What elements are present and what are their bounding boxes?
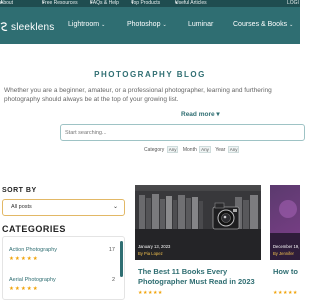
chevron-down-icon: ⌄ xyxy=(101,22,106,28)
category-count: 17 xyxy=(108,247,115,253)
categories-heading: CATEGORIES xyxy=(2,224,66,234)
sort-by-select[interactable]: All posts ⌄ xyxy=(2,199,125,216)
year-filter-select[interactable]: Any xyxy=(227,146,240,153)
main-navbar: sleeklens Lightroom ⌄ Photoshop ⌄ Luminar … xyxy=(0,7,300,44)
star-rating-icon: ★★★★★ xyxy=(9,256,39,262)
nav-item-courses-books[interactable]: Courses & Books ⌄ xyxy=(233,21,293,28)
post-title-link[interactable]: How to Do xyxy=(273,267,300,277)
top-utility-bar: About ▾ Free Resources ▾ FAQs & Help ▾ Top … xyxy=(0,0,300,7)
post-author: By Jennifer xyxy=(273,251,294,256)
star-rating-icon: ★★★★★ xyxy=(9,286,39,292)
search-input[interactable] xyxy=(60,124,305,141)
month-filter-select[interactable]: Any xyxy=(199,146,211,153)
categories-scrollbar[interactable] xyxy=(120,241,123,277)
post-date: January 13, 2023 xyxy=(138,244,171,249)
topbar-item-label: Free Resources xyxy=(42,0,78,6)
sort-by-value: All posts xyxy=(11,204,32,210)
blog-post-card[interactable]: January 13, 2023 By Pia Lopez The Best 1… xyxy=(135,185,261,300)
category-filter-select[interactable]: Any xyxy=(166,146,179,153)
nav-item-lightroom[interactable]: Lightroom ⌄ xyxy=(68,21,105,28)
intro-line: photography should always be at the top … xyxy=(4,96,179,103)
sort-by-heading: SORT BY xyxy=(2,187,37,194)
chevron-down-icon: ▾ xyxy=(90,0,93,6)
post-author: By Pia Lopez xyxy=(138,251,163,256)
category-item[interactable]: Action Photography 17 ★★★★★ xyxy=(3,239,121,269)
star-rating-icon: ★★★★★ xyxy=(138,290,163,296)
nav-item-label: Luminar xyxy=(188,21,214,28)
topbar-item-label: Useful Articles xyxy=(175,0,207,6)
site-logo[interactable]: sleeklens xyxy=(0,20,55,34)
read-more-label: Read more xyxy=(181,111,215,118)
nav-item-label: Courses & Books xyxy=(233,21,288,28)
category-count: 2 xyxy=(111,277,115,283)
category-item[interactable]: Aerial Photography 2 ★★★★★ xyxy=(3,269,121,299)
post-date: December 19, xyxy=(273,244,300,249)
chevron-down-icon: ▾ xyxy=(0,0,3,6)
post-title-link[interactable]: The Best 11 Books Every Photographer Mus… xyxy=(138,267,260,287)
category-name: Aerial Photography xyxy=(9,277,56,283)
month-filter-label: Month xyxy=(182,147,197,153)
chevron-down-icon: ⌄ xyxy=(112,204,118,210)
read-more-button[interactable]: Read more ▾ xyxy=(181,110,220,118)
logo-text: sleeklens xyxy=(11,21,55,33)
intro-line: Whether you are a beginner, amateur, or … xyxy=(4,87,272,94)
category-name: Action Photography xyxy=(9,247,58,253)
topbar-item-label: FAQs & Help xyxy=(90,0,119,6)
post-filters: Category Any Month Any Year Any xyxy=(144,146,242,153)
nav-item-label: Photoshop xyxy=(127,21,161,28)
year-filter-label: Year xyxy=(215,147,226,153)
topbar-item-login[interactable]: LOGI xyxy=(287,0,299,7)
chevron-down-icon: ▾ xyxy=(216,111,220,118)
chevron-down-icon: ⌄ xyxy=(289,22,294,28)
chevron-down-icon: ▾ xyxy=(42,0,45,6)
blog-intro-text: Whether you are a beginner, amateur, or … xyxy=(4,86,300,104)
topbar-item-label: Top Products xyxy=(131,0,161,6)
nav-item-luminar[interactable]: Luminar xyxy=(188,21,213,28)
chevron-down-icon: ⌄ xyxy=(162,22,167,28)
page-title: PHOTOGRAPHY BLOG xyxy=(94,70,206,79)
nav-item-photoshop[interactable]: Photoshop ⌄ xyxy=(127,21,167,28)
sleeklens-logo-icon xyxy=(0,22,8,31)
chevron-down-icon: ▾ xyxy=(175,0,178,6)
star-rating-icon: ★★★★★ xyxy=(273,290,298,296)
blog-post-card[interactable]: December 19, By Jennifer How to Do ★★★★★ xyxy=(270,185,300,300)
nav-item-label: Lightroom xyxy=(68,21,100,28)
chevron-down-icon: ▾ xyxy=(131,0,134,6)
category-filter-label: Category xyxy=(144,147,165,153)
categories-list: Action Photography 17 ★★★★★ Aerial Photo… xyxy=(2,236,125,300)
